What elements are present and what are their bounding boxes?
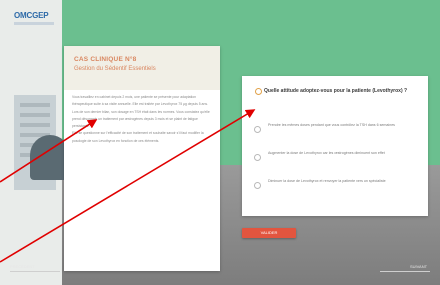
case-paragraph: Elle se questionne sur l'efficacité de s…: [72, 131, 204, 143]
omcgep-logo: OMCGEP: [14, 9, 54, 31]
case-paragraph: Vous travaillez en cabinet depuis 2 mois…: [72, 95, 208, 107]
answer-label: Augmenter la dose de Levothyrox car les …: [268, 151, 385, 155]
radio-button[interactable]: [254, 126, 261, 133]
answer-option-3[interactable]: Diminuer la dose de Levothyrox et renvoy…: [254, 178, 419, 198]
case-title: CAS CLINIQUE N°8: [74, 56, 137, 63]
previous-button[interactable]: PRÉCÉDENT: [10, 264, 35, 269]
question-text: Quelle attitude adoptez-vous pour la pat…: [264, 88, 408, 94]
answer-label: Diminuer la dose de Levothyrox et renvoy…: [268, 179, 386, 183]
case-study-card: CAS CLINIQUE N°8 Gestion du Sédentif Ess…: [64, 46, 220, 271]
case-card-header: CAS CLINIQUE N°8 Gestion du Sédentif Ess…: [64, 46, 220, 90]
question-panel: Quelle attitude adoptez-vous pour la pat…: [242, 76, 428, 216]
case-subtitle: Gestion du Sédentif Essentiels: [74, 66, 156, 72]
radio-button[interactable]: [254, 182, 261, 189]
case-paragraph: Lors de son dernier bilan, son dosage en…: [72, 109, 210, 129]
case-description: Vous travaillez en cabinet depuis 2 mois…: [72, 94, 214, 145]
question-icon: [255, 88, 262, 95]
answer-label: Prendre les mêmes doses pendant que vous…: [268, 123, 395, 127]
validate-button[interactable]: VALIDER: [242, 228, 296, 238]
answer-option-2[interactable]: Augmenter la dose de Levothyrox car les …: [254, 150, 419, 170]
next-button[interactable]: SUIVANT: [410, 264, 427, 269]
answer-option-1[interactable]: Prendre les mêmes doses pendant que vous…: [254, 122, 419, 142]
radio-button[interactable]: [254, 154, 261, 161]
course-screen: OMCGEP CAS CLINIQUE N°8 Gestion du Séden…: [0, 0, 440, 285]
